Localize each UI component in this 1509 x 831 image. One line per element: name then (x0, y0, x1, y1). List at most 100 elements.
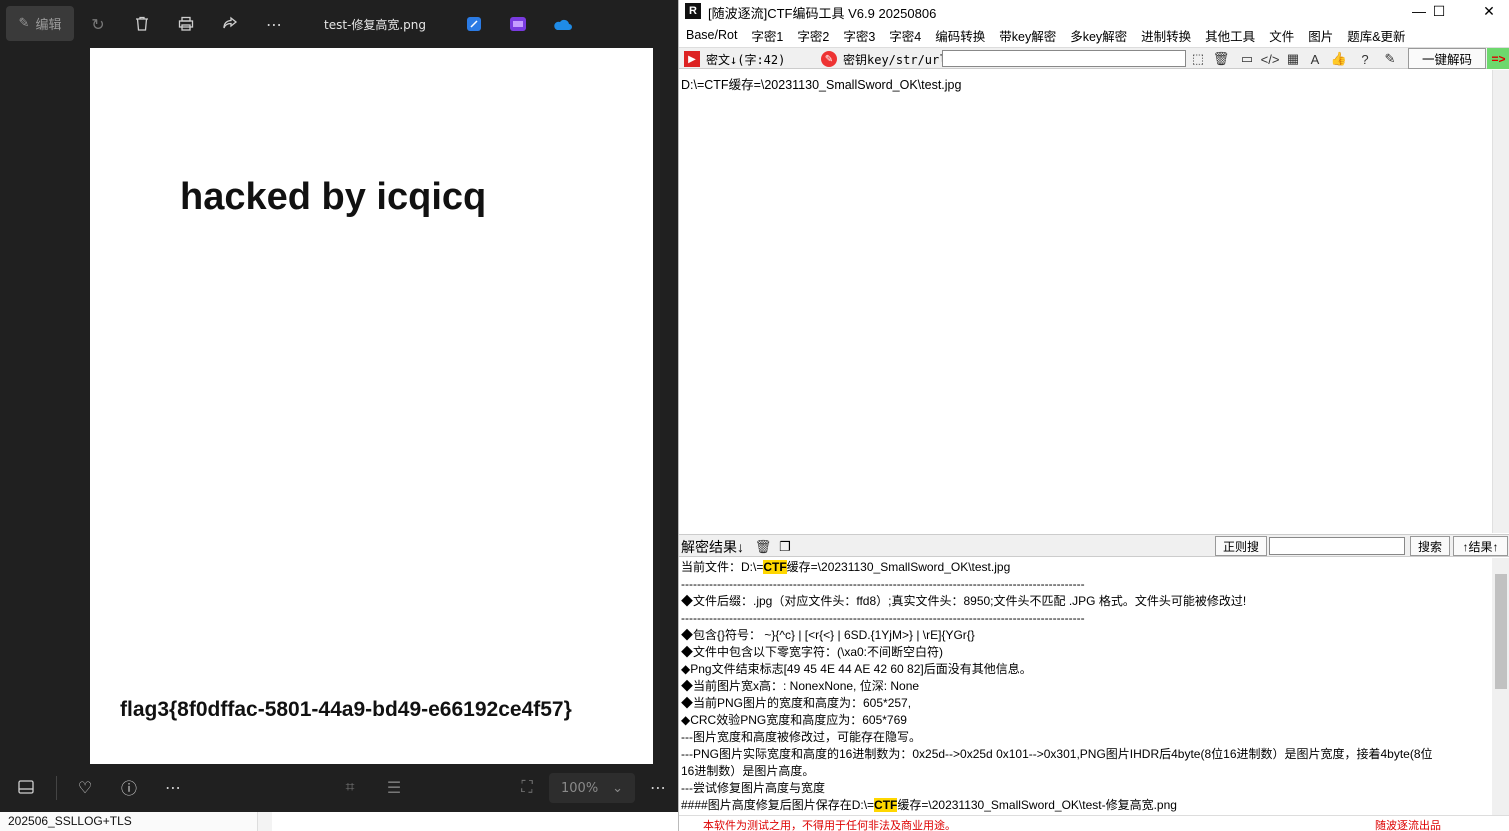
menu-base-convert[interactable]: 进制转换 (1141, 26, 1191, 45)
result-line: ◆当前PNG图片的宽度和高度为：605*257, (681, 696, 912, 710)
onedrive-icon[interactable] (551, 13, 573, 35)
visual-search-icon[interactable]: ⌗ (339, 776, 361, 798)
code-icon[interactable]: </> (1261, 51, 1280, 67)
result-line: ◆包含{}符号： ~}{^c} | [<r{<} | 6SD.{1YjM>} |… (681, 628, 975, 642)
share-icon[interactable] (219, 13, 241, 35)
menu-file[interactable]: 文件 (1269, 26, 1294, 45)
menu-encoding[interactable]: 编码转换 (935, 26, 985, 45)
help-icon[interactable]: ? (1357, 51, 1373, 67)
regex-search-button[interactable]: 正则搜 (1215, 536, 1267, 556)
menu-cipher2[interactable]: 字密2 (797, 26, 829, 45)
menu-bar: Base/Rot 字密1 字密2 字密3 字密4 编码转换 带key解密 多ke… (679, 24, 1509, 46)
result-line: ---尝试修复图片高度与宽度 (681, 781, 825, 795)
result-separator: ----------------------------------------… (681, 577, 1085, 591)
more-icon[interactable]: ⋯ (263, 13, 285, 35)
thumbs-up-icon[interactable]: 👍 (1331, 51, 1347, 67)
calculator-icon[interactable]: ▦ (1285, 51, 1301, 67)
photo-viewer-window: ✎ 编辑 ↻ ⋯ test-修复高宽.png hacked by icqicq … (0, 0, 678, 831)
info-icon[interactable]: ⓘ (118, 776, 140, 798)
menu-cipher4[interactable]: 字密4 (889, 26, 921, 45)
app-logo-icon: R (685, 3, 701, 19)
key-input[interactable] (942, 50, 1186, 67)
menu-other-tools[interactable]: 其他工具 (1205, 26, 1255, 45)
result-scrollbar[interactable] (1492, 558, 1509, 815)
image-flag-text: flag3{8f0dffac-5801-44a9-bd49-e66192ce4f… (120, 698, 572, 721)
result-line: ◆CRC效验PNG宽度和高度应为：605*769 (681, 713, 907, 727)
menu-base-rot[interactable]: Base/Rot (686, 28, 737, 42)
cipher-scrollbar[interactable] (1492, 70, 1509, 533)
cipher-text-area[interactable]: D:\=CTF缓存=\20231130_SmallSword_OK\test.j… (679, 70, 1492, 533)
designer-icon[interactable] (463, 13, 485, 35)
key-label: 密钥key/str/url: (843, 53, 954, 67)
run-arrow-button[interactable]: => (1487, 48, 1509, 69)
result-line: ◆当前图片宽x高：: NonexNone, 位深: None (681, 679, 920, 693)
author-text: 随波逐流出品 (1375, 819, 1441, 831)
background-window-item[interactable]: 202506_SSLLOG+TLS (0, 812, 258, 831)
ctf-tool-window: R [随波逐流]CTF编码工具 V6.9 20250806 — ☐ ✕ Base… (678, 0, 1509, 831)
divider (56, 776, 57, 800)
result-line: 当前文件：D:\=CTF缓存=\20231130_SmallSword_OK\t… (681, 560, 1011, 574)
menu-multikey-decrypt[interactable]: 多key解密 (1070, 26, 1127, 45)
more-icon[interactable]: ⋯ (162, 776, 184, 798)
search-button[interactable]: 搜索 (1410, 536, 1450, 556)
menu-image[interactable]: 图片 (1308, 26, 1333, 45)
result-line: ◆文件中包含以下零宽字符：(\xa0:不间断空白符) (681, 645, 944, 659)
edit-icon: ✎ (18, 16, 30, 31)
zoom-dropdown[interactable]: 100% ⌄ (549, 773, 635, 803)
result-text-area[interactable]: 当前文件：D:\=CTF缓存=\20231130_SmallSword_OK\t… (679, 558, 1492, 815)
trash-icon[interactable]: 🗑 (755, 539, 772, 555)
jump-result-button[interactable]: ↑结果↑ (1453, 536, 1508, 556)
disclaimer-text: 本软件为测试之用，不得用于任何非法及商业用途。 (703, 819, 956, 831)
image-canvas: hacked by icqicq flag3{8f0dffac-5801-44a… (90, 48, 653, 764)
result-line: ---图片宽度和高度被修改过，可能存在隐写。 (681, 730, 921, 744)
result-line: 16进制数）是图片高度。 (681, 764, 815, 778)
copy-icon[interactable]: ❐ (777, 539, 793, 555)
edit-button-label: 编辑 (35, 18, 62, 33)
result-label: 解密结果↓ (681, 539, 744, 555)
delete-icon[interactable] (131, 13, 153, 35)
background-window-pane (272, 812, 678, 831)
file-title: test-修复高宽.png (323, 18, 427, 32)
clipchamp-icon[interactable] (507, 13, 529, 35)
viewer-toolbar: ✎ 编辑 ↻ ⋯ test-修复高宽.png (0, 0, 678, 48)
more-icon[interactable]: ⋯ (647, 776, 669, 798)
file-open-icon[interactable]: ▶ (684, 51, 700, 67)
title-bar: R [随波逐流]CTF编码工具 V6.9 20250806 — ☐ ✕ (679, 0, 1509, 22)
filmstrip-icon[interactable] (15, 776, 37, 798)
window-title: [随波逐流]CTF编码工具 V6.9 20250806 (708, 6, 937, 21)
text-extract-icon[interactable]: ☰ (383, 776, 405, 798)
result-line: ◆文件后缀：.jpg（对应文件头：ffd8）;真实文件头：8950;文件头不匹配… (681, 594, 1247, 608)
cipher-label: 密文↓(字:42) (706, 53, 786, 67)
status-bar: 本软件为测试之用，不得用于任何非法及商业用途。 随波逐流出品 (679, 815, 1509, 831)
rotate-icon[interactable]: ↻ (87, 13, 109, 35)
key-toolbar: ▶ 密文↓(字:42) ✎ 密钥key/str/url: ⬚ 🗑 ▭ </> ▦… (679, 47, 1509, 69)
edit-note-icon[interactable]: ✎ (1382, 51, 1398, 67)
close-button[interactable]: ✕ (1469, 0, 1509, 22)
menu-cipher1[interactable]: 字密1 (751, 26, 783, 45)
result-separator: ----------------------------------------… (681, 611, 1085, 625)
result-line: ####图片高度修复后图片保存在D:\=CTF缓存=\20231130_Smal… (681, 798, 1177, 812)
result-toolbar: 解密结果↓ 🗑 ❐ 正则搜 搜索 ↑结果↑ (679, 534, 1509, 557)
key-icon: ✎ (821, 51, 837, 67)
font-icon[interactable]: A (1307, 51, 1323, 67)
fit-icon[interactable]: ⛶ (516, 776, 538, 798)
menu-key-decrypt[interactable]: 带key解密 (999, 26, 1056, 45)
desktop: ✎ 编辑 ↻ ⋯ test-修复高宽.png hacked by icqicq … (0, 0, 1509, 831)
one-click-decode-button[interactable]: 一键解码 (1408, 48, 1486, 69)
image-heading-text: hacked by icqicq (180, 176, 487, 218)
zoom-value: 100% (561, 780, 599, 796)
trash-icon[interactable]: 🗑 (1213, 51, 1230, 67)
chevron-down-icon: ⌄ (612, 780, 623, 796)
favorite-icon[interactable]: ♡ (74, 776, 96, 798)
maximize-button[interactable]: ☐ (1419, 0, 1459, 22)
search-input[interactable] (1269, 537, 1405, 555)
scrollbar-thumb[interactable] (1495, 574, 1507, 689)
result-line: ---PNG图片实际宽度和高度的16进制数为：0x25d-->0x25d 0x1… (681, 747, 1433, 761)
result-line: ◆Png文件结束标志[49 45 4E 44 AE 42 60 82]后面没有其… (681, 662, 1032, 676)
pointer-icon[interactable]: ⬚ (1190, 51, 1206, 67)
menu-cipher3[interactable]: 字密3 (843, 26, 875, 45)
edit-button[interactable]: ✎ 编辑 (6, 6, 74, 41)
menu-library-update[interactable]: 题库&更新 (1347, 26, 1405, 45)
terminal-icon[interactable]: ▭ (1239, 51, 1255, 67)
print-icon[interactable] (175, 13, 197, 35)
